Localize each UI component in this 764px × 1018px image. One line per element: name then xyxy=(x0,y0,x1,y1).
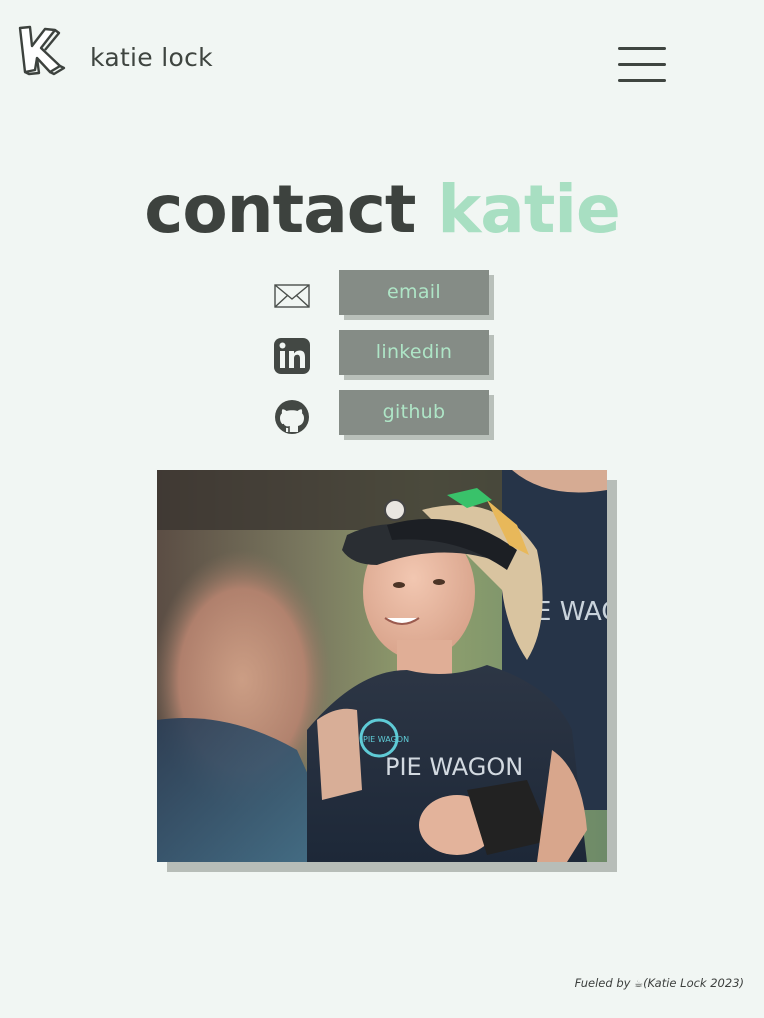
footer-prefix: Fueled by xyxy=(574,976,631,990)
footer: Fueled by ☕(Katie Lock 2023) xyxy=(575,976,744,990)
linkedin-button[interactable]: linkedin xyxy=(339,330,489,375)
page-title-part2: katie xyxy=(437,171,620,248)
email-button[interactable]: email xyxy=(339,270,489,315)
contact-row-email: email xyxy=(272,270,502,320)
footer-text: (Katie Lock 2023) xyxy=(643,976,744,990)
hamburger-menu-icon-bar xyxy=(618,79,666,82)
coffee-icon: ☕ xyxy=(634,979,644,990)
hamburger-menu-icon xyxy=(618,47,666,50)
menu-button[interactable] xyxy=(612,44,672,88)
page: katie lock contact katie email linkedin xyxy=(0,0,764,1018)
page-title: contact katie xyxy=(0,170,764,250)
page-title-part1: contact xyxy=(144,171,416,248)
shirt-badge-text: PIE WAGON xyxy=(363,735,409,744)
hamburger-menu-icon-bar xyxy=(618,63,666,66)
k-logo-icon[interactable] xyxy=(14,24,68,76)
contact-row-github: github xyxy=(272,390,502,440)
contact-row-linkedin: linkedin xyxy=(272,330,502,380)
shirt-text: PIE WAGON xyxy=(385,753,523,781)
github-icon xyxy=(275,400,309,434)
photo-image: E WAG PIE WAGON xyxy=(157,470,607,862)
svg-text:E WAG: E WAG xyxy=(535,597,607,627)
envelope-icon xyxy=(274,284,310,308)
site-name[interactable]: katie lock xyxy=(90,42,213,74)
github-button[interactable]: github xyxy=(339,390,489,435)
linkedin-icon xyxy=(274,338,310,374)
profile-photo: E WAG PIE WAGON xyxy=(157,470,617,872)
